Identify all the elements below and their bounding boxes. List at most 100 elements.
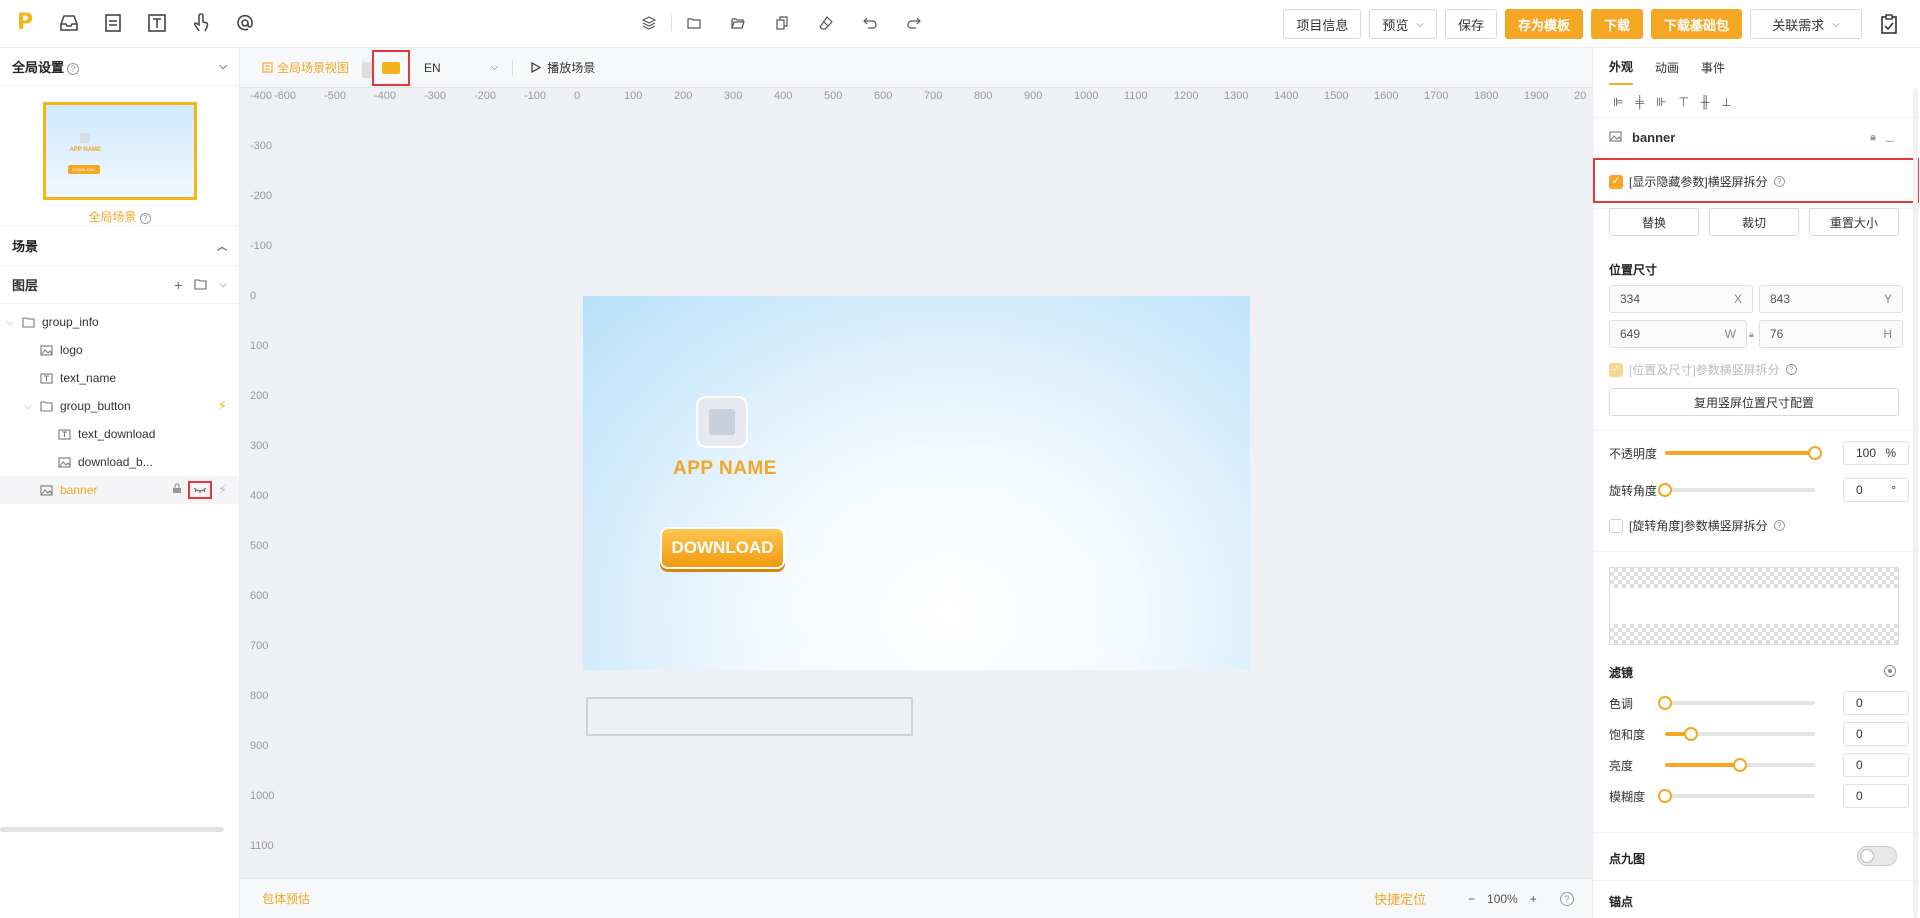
reset-size-button[interactable]: 重置大小 bbox=[1809, 208, 1899, 236]
reuse-portrait-button[interactable]: 复用竖屏位置尺寸配置 bbox=[1609, 388, 1899, 416]
lock-icon[interactable] bbox=[172, 483, 182, 497]
position-split-option[interactable]: ✓ [位置及尺寸]参数横竖屏拆分 ? bbox=[1609, 361, 1797, 378]
tree-item-banner[interactable]: banner ⚡ bbox=[0, 476, 239, 504]
tree-item-group-info[interactable]: ⌵ group_info bbox=[0, 308, 239, 336]
tree-item-text-download[interactable]: text_download bbox=[0, 420, 239, 448]
language-select[interactable]: EN ⌵ bbox=[424, 61, 498, 75]
folder-icon[interactable] bbox=[685, 13, 703, 33]
checkbox-unchecked-icon[interactable] bbox=[1609, 518, 1623, 533]
x-field[interactable]: 334 X bbox=[1609, 285, 1753, 313]
slider-thumb[interactable] bbox=[1808, 446, 1822, 460]
align-center-h-icon[interactable]: ╪ bbox=[1635, 95, 1644, 109]
help-icon[interactable]: ? bbox=[1773, 520, 1785, 531]
help-icon[interactable]: ? bbox=[1785, 364, 1797, 375]
help-icon[interactable]: ? bbox=[139, 213, 151, 224]
zoom-out-button[interactable]: − bbox=[1468, 892, 1475, 906]
help-icon[interactable]: ? bbox=[67, 62, 80, 75]
tree-item-download-button[interactable]: download_b... bbox=[0, 448, 239, 476]
tree-item-group-button[interactable]: ⌵ group_button ⚡ bbox=[0, 392, 239, 420]
hue-input[interactable]: 0 bbox=[1843, 691, 1909, 715]
expand-arrow-icon[interactable]: ⌵ bbox=[4, 317, 16, 328]
zoom-in-button[interactable]: + bbox=[1530, 892, 1537, 906]
opacity-slider[interactable] bbox=[1665, 446, 1822, 460]
height-field[interactable]: 76 H bbox=[1759, 320, 1903, 348]
vertical-scrollbar[interactable] bbox=[1913, 88, 1918, 918]
align-right-icon[interactable]: ⊪ bbox=[1656, 95, 1666, 109]
banner-image[interactable]: APP NAME DOWNLOAD bbox=[583, 296, 1250, 670]
download-base-button[interactable]: 下载基础包 bbox=[1650, 9, 1742, 39]
text-tool-icon[interactable] bbox=[146, 12, 168, 34]
undo-icon[interactable] bbox=[861, 13, 879, 33]
save-button[interactable]: 保存 bbox=[1444, 9, 1497, 39]
quick-locate-button[interactable]: 快捷定位 bbox=[1374, 889, 1426, 908]
form-icon[interactable] bbox=[102, 12, 124, 34]
landscape-icon[interactable] bbox=[382, 61, 401, 74]
app-name-text[interactable]: APP NAME bbox=[673, 458, 777, 480]
add-layer-icon[interactable]: + bbox=[174, 277, 182, 293]
width-field[interactable]: 649 W bbox=[1609, 320, 1747, 348]
copy-icon[interactable] bbox=[773, 13, 791, 33]
download-cta-button[interactable]: DOWNLOAD bbox=[660, 527, 785, 569]
expand-arrow-icon[interactable]: ⌵ bbox=[22, 401, 34, 412]
bolt-icon[interactable]: ⚡ bbox=[218, 482, 227, 498]
blur-slider[interactable] bbox=[1658, 789, 1815, 803]
play-scene-button[interactable]: 播放场景 bbox=[531, 59, 595, 76]
touch-icon[interactable] bbox=[190, 12, 212, 34]
redo-icon[interactable] bbox=[905, 13, 923, 33]
global-settings-header[interactable]: 全局设置? ⌵ bbox=[0, 48, 239, 86]
inbox-icon[interactable] bbox=[58, 12, 80, 34]
landscape-toggle[interactable] bbox=[362, 49, 411, 86]
tab-events[interactable]: 事件 bbox=[1701, 59, 1725, 76]
at-icon[interactable] bbox=[234, 12, 256, 34]
y-field[interactable]: 843 Y bbox=[1759, 285, 1903, 313]
align-bottom-icon[interactable]: ⊥ bbox=[1721, 95, 1731, 109]
slider-thumb[interactable] bbox=[1658, 483, 1672, 497]
crop-button[interactable]: 裁切 bbox=[1709, 208, 1799, 236]
slider-thumb[interactable] bbox=[1733, 758, 1747, 772]
global-scene-view-link[interactable]: 全局场景视图 bbox=[262, 59, 349, 76]
chevron-down-icon[interactable]: ⌵ bbox=[219, 61, 227, 72]
bolt-icon[interactable]: ⚡ bbox=[218, 398, 227, 414]
filter-reset-icon[interactable] bbox=[1884, 665, 1896, 677]
layers-icon[interactable] bbox=[640, 13, 658, 33]
eraser-icon[interactable] bbox=[817, 13, 835, 33]
slider-thumb[interactable] bbox=[1658, 696, 1672, 710]
scene-header[interactable]: 场景 ︿ bbox=[0, 226, 239, 266]
align-middle-v-icon[interactable]: ╫ bbox=[1701, 95, 1710, 109]
save-template-button[interactable]: 存为模板 bbox=[1504, 9, 1583, 39]
align-top-icon[interactable]: ⊤ bbox=[1678, 95, 1688, 109]
replace-button[interactable]: 替换 bbox=[1609, 208, 1699, 236]
slider-thumb[interactable] bbox=[1658, 789, 1672, 803]
align-left-icon[interactable]: ⊫ bbox=[1613, 95, 1623, 109]
nine-patch-toggle[interactable] bbox=[1857, 846, 1897, 866]
rotation-input[interactable]: 0 ° bbox=[1843, 478, 1909, 502]
checkbox-checked-icon[interactable]: ✓ bbox=[1609, 362, 1623, 377]
horizontal-scrollbar[interactable] bbox=[0, 827, 224, 832]
open-folder-icon[interactable] bbox=[729, 13, 747, 33]
package-estimate-link[interactable]: 包体预估 bbox=[262, 890, 310, 907]
eye-hidden-icon[interactable]: ‿ bbox=[1886, 132, 1894, 143]
brightness-slider[interactable] bbox=[1665, 758, 1815, 772]
hue-slider[interactable] bbox=[1658, 696, 1815, 710]
app-logo-image[interactable] bbox=[696, 396, 748, 448]
help-icon[interactable]: ? bbox=[1773, 176, 1785, 187]
tab-animation[interactable]: 动画 bbox=[1655, 59, 1679, 76]
project-info-button[interactable]: 项目信息 bbox=[1283, 9, 1362, 39]
saturation-slider[interactable] bbox=[1665, 727, 1815, 741]
blur-input[interactable]: 0 bbox=[1843, 784, 1909, 808]
rotation-split-option[interactable]: [旋转角度]参数横竖屏拆分 ? bbox=[1609, 517, 1785, 534]
chevron-down-icon[interactable]: ⌵ bbox=[219, 279, 227, 290]
portrait-icon[interactable] bbox=[362, 61, 373, 78]
brightness-input[interactable]: 0 bbox=[1843, 753, 1909, 777]
slider-thumb[interactable] bbox=[1683, 727, 1698, 741]
link-requirement-dropdown[interactable]: 关联需求 ⌵ bbox=[1750, 9, 1862, 39]
help-icon[interactable]: ? bbox=[1560, 891, 1574, 906]
lock-icon[interactable]: 🔒︎ bbox=[1870, 132, 1875, 143]
opacity-input[interactable]: 100% bbox=[1843, 441, 1909, 465]
chevron-up-icon[interactable]: ︿ bbox=[217, 238, 227, 253]
aspect-lock-icon[interactable]: 🔒︎ bbox=[1749, 329, 1754, 340]
rotation-slider[interactable] bbox=[1658, 483, 1815, 497]
clipboard-check-icon[interactable] bbox=[1876, 11, 1902, 37]
preview-dropdown[interactable]: 预览 ⌵ bbox=[1369, 9, 1437, 39]
add-folder-icon[interactable] bbox=[194, 277, 207, 293]
